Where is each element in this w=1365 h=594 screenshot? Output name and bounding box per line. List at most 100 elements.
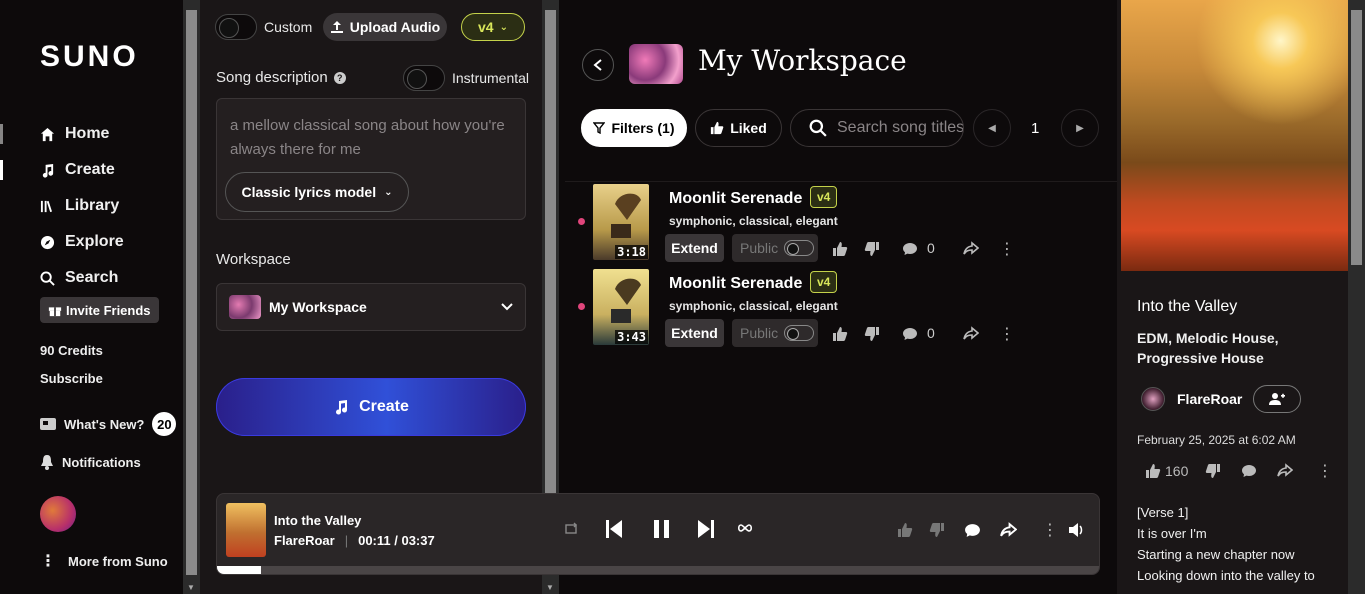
instrumental-toggle[interactable] [403,65,445,91]
player-like-button[interactable] [897,522,913,538]
pause-button[interactable] [653,519,671,539]
song-row[interactable]: 3:18 Moonlit Serenade v4 symphonic, clas… [578,184,1113,264]
follow-button[interactable] [1253,385,1301,413]
player-dislike-button[interactable] [929,522,945,538]
detail-song-title[interactable]: Into the Valley [1137,298,1237,316]
loop-button[interactable] [737,523,753,533]
share-icon [963,326,979,340]
invite-friends-label: Invite Friends [66,302,151,318]
volume-button[interactable] [1068,522,1085,538]
notifications-link[interactable]: Notifications [40,454,141,470]
public-toggle[interactable]: Public [732,319,818,347]
suno-logo[interactable]: SUNO [40,40,139,74]
song-description-label: Song description [216,69,328,86]
artist-avatar[interactable] [1141,387,1165,411]
player-cover[interactable] [226,503,266,557]
more-options-icon[interactable]: ⋮ [998,240,1016,258]
extend-button[interactable]: Extend [665,319,724,347]
custom-toggle[interactable] [215,14,257,40]
public-toggle[interactable]: Public [732,234,818,262]
user-avatar[interactable] [40,496,76,532]
skip-back-icon [606,520,622,538]
like-button[interactable] [831,325,849,343]
help-icon[interactable]: ? [333,71,346,84]
filters-label: Filters (1) [611,120,675,136]
player-comment-button[interactable] [964,522,981,539]
filters-button[interactable]: Filters (1) [581,109,687,147]
song-row[interactable]: 3:43 Moonlit Serenade v4 symphonic, clas… [578,269,1113,349]
song-title[interactable]: Moonlit Serenade [669,275,802,293]
player-song-title[interactable]: Into the Valley [274,513,361,528]
detail-dislike-button[interactable] [1205,463,1221,484]
next-page-button[interactable]: ▶ [1061,109,1099,147]
public-label: Public [740,325,779,341]
music-note-icon [336,400,348,415]
artist-name[interactable]: FlareRoar [1177,391,1242,407]
detail-comment-button[interactable] [1241,463,1257,484]
scroll-down-icon[interactable]: ▼ [546,583,554,592]
detail-scrollbar[interactable] [1348,0,1365,594]
nav-item-search[interactable]: Search [40,266,118,290]
create-button-label: Create [359,398,409,415]
player-progress-bar[interactable] [217,566,1099,574]
version-select[interactable]: v4 ⌄ [461,13,525,41]
nav-item-create[interactable]: Create [40,158,115,182]
previous-button[interactable] [605,519,623,539]
more-options-icon[interactable]: ⋮ [998,325,1016,343]
detail-share-button[interactable] [1277,463,1294,484]
detail-like-count: 160 [1165,463,1189,479]
liked-filter-button[interactable]: Liked [695,109,782,147]
sidebar-scrollbar[interactable]: ▼ [183,0,200,594]
share-button[interactable] [962,325,980,343]
nav-item-label: Search [65,269,119,286]
comment-button[interactable] [901,240,919,258]
search-songs-input[interactable]: Search song titles [790,109,964,147]
lyrics-model-select[interactable]: Classic lyrics model ⌄ [225,172,409,212]
invite-friends-button[interactable]: Invite Friends [40,297,159,323]
add-user-icon [1269,393,1285,405]
create-button[interactable]: Create [216,378,526,436]
more-from-suno[interactable]: ⋮ More from Suno [40,553,168,569]
thumbs-up-icon [1146,464,1161,478]
back-button[interactable] [582,49,614,81]
scroll-down-icon[interactable]: ▼ [187,583,195,592]
song-cover[interactable]: 3:18 [593,184,649,260]
scrollbar-thumb[interactable] [1351,10,1362,265]
comment-button[interactable] [901,325,919,343]
scrollbar-thumb[interactable] [545,10,556,575]
player-artist[interactable]: FlareRoar [274,533,335,548]
lyrics-block: [Verse 1] It is over I'm Starting a new … [1137,502,1337,586]
detail-like-button[interactable]: 160 [1145,463,1188,479]
page-title: My Workspace [698,44,907,77]
extend-button[interactable]: Extend [665,234,724,262]
share-button[interactable] [962,240,980,258]
next-button[interactable] [697,519,715,539]
player-share-button[interactable] [1000,522,1017,539]
prev-page-button[interactable]: ◀ [973,109,1011,147]
thumbs-up-icon [898,523,913,537]
workspace-select[interactable]: My Workspace [216,283,526,331]
dislike-button[interactable] [863,240,881,258]
nav-item-explore[interactable]: Explore [40,230,124,254]
detail-more-icon[interactable]: ⋮ [1317,461,1333,481]
instrumental-label: Instrumental [452,70,530,86]
dislike-button[interactable] [863,325,881,343]
player-more-icon[interactable]: ⋮ [1042,520,1058,540]
song-title[interactable]: Moonlit Serenade [669,190,802,208]
whats-new-link[interactable]: What's New? 20 [40,412,177,436]
scrollbar-thumb[interactable] [186,10,197,575]
lyrics-line: Starting a new chapter now [1137,547,1295,562]
whats-new-badge: 20 [152,412,177,436]
public-switch[interactable] [784,325,815,341]
subscribe-link[interactable]: Subscribe [40,371,103,386]
nav-item-home[interactable]: Home [40,122,109,146]
like-button[interactable] [831,240,849,258]
nav-item-library[interactable]: Library [40,194,119,218]
audio-player: Into the Valley FlareRoar | 00:11 / 03:3… [216,493,1100,575]
public-switch[interactable] [784,240,815,256]
song-cover[interactable]: 3:43 [593,269,649,345]
upload-audio-button[interactable]: Upload Audio [323,13,447,41]
unplayed-dot [578,303,585,310]
repeat-button[interactable] [564,522,578,536]
public-label: Public [740,240,779,256]
